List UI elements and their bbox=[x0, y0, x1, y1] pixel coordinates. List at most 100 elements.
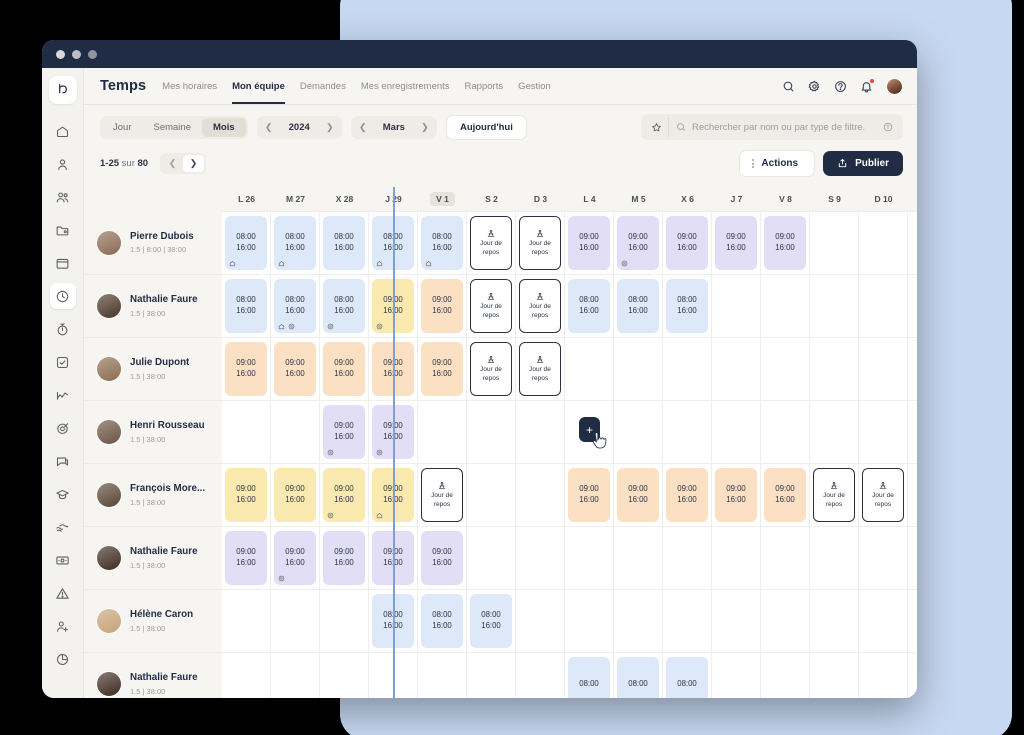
search-icon[interactable] bbox=[782, 80, 795, 93]
rest-day-block[interactable]: Jour derepos bbox=[519, 279, 561, 333]
avatar[interactable] bbox=[96, 671, 122, 697]
schedule-cell[interactable]: Jour derepos bbox=[516, 212, 565, 274]
shift-block[interactable]: 09:0016:00 bbox=[372, 531, 414, 585]
schedule-cell[interactable] bbox=[810, 527, 859, 589]
rest-day-block[interactable]: Jour derepos bbox=[470, 216, 512, 270]
schedule-cell[interactable]: Jour derepos bbox=[467, 212, 516, 274]
schedule-cell[interactable] bbox=[614, 338, 663, 400]
schedule-cell[interactable]: 09:0016:00 bbox=[418, 275, 467, 337]
schedule-cell[interactable]: 09:0016:00 bbox=[614, 212, 663, 274]
day-header-cell[interactable]: V 8 bbox=[761, 187, 810, 211]
favorite-star-icon[interactable] bbox=[644, 117, 668, 137]
sidebar-item-task[interactable] bbox=[50, 349, 76, 375]
rest-day-block[interactable]: Jour derepos bbox=[470, 279, 512, 333]
day-header-cell[interactable]: D 10 bbox=[859, 187, 908, 211]
help-icon[interactable] bbox=[834, 80, 847, 93]
schedule-cell[interactable]: 08:0016:00 bbox=[663, 275, 712, 337]
schedule-cell[interactable] bbox=[859, 212, 908, 274]
schedule-cell[interactable] bbox=[320, 590, 369, 652]
shift-block[interactable]: 09:0016:00 bbox=[323, 405, 365, 459]
schedule-cell[interactable]: 09:0016:00 bbox=[271, 464, 320, 526]
schedule-cell[interactable] bbox=[712, 527, 761, 589]
schedule-cell[interactable]: Jour derepos bbox=[467, 275, 516, 337]
year-next-button[interactable]: ❯ bbox=[322, 119, 338, 136]
schedule-cell[interactable] bbox=[810, 590, 859, 652]
shift-block[interactable]: 09:0016:00 bbox=[372, 342, 414, 396]
shift-block[interactable]: 08:0016:00 bbox=[470, 594, 512, 648]
app-logo[interactable] bbox=[49, 76, 77, 104]
schedule-cell[interactable]: 09:0016:00 bbox=[712, 212, 761, 274]
schedule-cell[interactable] bbox=[418, 653, 467, 698]
shift-block[interactable]: 09:0016:00 bbox=[666, 468, 708, 522]
sidebar-item-home[interactable] bbox=[50, 118, 76, 144]
schedule-cell[interactable]: 09:0016:00 bbox=[320, 338, 369, 400]
tab-gestion[interactable]: Gestion bbox=[518, 68, 551, 104]
schedule-cell[interactable] bbox=[859, 275, 908, 337]
sidebar-item-add-person[interactable] bbox=[50, 613, 76, 639]
shift-block[interactable]: 08:0016:00 bbox=[323, 279, 365, 333]
schedule-cell[interactable] bbox=[859, 527, 908, 589]
schedule-cell[interactable]: 09:0016:00 bbox=[565, 212, 614, 274]
schedule-cell[interactable]: 09:0016:00 bbox=[320, 464, 369, 526]
schedule-cell[interactable]: 08:0016:00 bbox=[418, 212, 467, 274]
schedule-cell[interactable]: 09:0016:00 bbox=[222, 464, 271, 526]
sidebar-item-target[interactable] bbox=[50, 415, 76, 441]
avatar[interactable] bbox=[96, 230, 122, 256]
schedule-cell[interactable] bbox=[418, 401, 467, 463]
schedule-cell[interactable]: 09:0016:00 bbox=[271, 527, 320, 589]
shift-block[interactable]: 08:0016:00 bbox=[323, 216, 365, 270]
shift-block[interactable]: 09:0016:00 bbox=[421, 531, 463, 585]
day-header-cell[interactable]: J 29 bbox=[369, 187, 418, 211]
shift-block[interactable]: 08:00 bbox=[617, 657, 659, 698]
view-mode-semaine[interactable]: Semaine bbox=[142, 118, 202, 137]
view-mode-mois[interactable]: Mois bbox=[202, 118, 246, 137]
schedule-cell[interactable]: 09:0016:00 bbox=[712, 464, 761, 526]
schedule-cell[interactable] bbox=[614, 401, 663, 463]
schedule-cell[interactable]: 09:0016:00 bbox=[369, 338, 418, 400]
schedule-cell[interactable] bbox=[271, 653, 320, 698]
shift-block[interactable]: 09:0016:00 bbox=[666, 216, 708, 270]
shift-block[interactable]: 08:0016:00 bbox=[225, 216, 267, 270]
schedule-cell[interactable] bbox=[761, 275, 810, 337]
schedule-cell[interactable]: 08:0016:00 bbox=[222, 212, 271, 274]
schedule-cell[interactable] bbox=[516, 653, 565, 698]
schedule-cell[interactable]: 09:0016:00 bbox=[565, 464, 614, 526]
schedule-cell[interactable] bbox=[467, 653, 516, 698]
shift-block[interactable]: 08:0016:00 bbox=[617, 279, 659, 333]
schedule-cell[interactable] bbox=[712, 653, 761, 698]
schedule-cell[interactable] bbox=[859, 653, 908, 698]
schedule-cell[interactable] bbox=[516, 590, 565, 652]
schedule-cell[interactable]: 08:0016:00 bbox=[565, 275, 614, 337]
shift-block[interactable]: 09:0016:00 bbox=[323, 342, 365, 396]
tab-rapports[interactable]: Rapports bbox=[465, 68, 504, 104]
schedule-cell[interactable]: 09:0016:00 bbox=[761, 212, 810, 274]
schedule-cell[interactable] bbox=[614, 527, 663, 589]
year-prev-button[interactable]: ❮ bbox=[261, 119, 277, 136]
schedule-cell[interactable] bbox=[810, 338, 859, 400]
schedule-cell[interactable]: 09:0016:00 bbox=[614, 464, 663, 526]
sidebar-item-alert[interactable] bbox=[50, 580, 76, 606]
schedule-cell[interactable] bbox=[222, 590, 271, 652]
day-header-cell[interactable]: L 4 bbox=[565, 187, 614, 211]
avatar[interactable] bbox=[886, 78, 903, 95]
shift-block[interactable]: 09:0016:00 bbox=[372, 405, 414, 459]
shift-block[interactable]: 08:0016:00 bbox=[274, 216, 316, 270]
schedule-cell[interactable] bbox=[712, 275, 761, 337]
day-header-cell[interactable]: X 28 bbox=[320, 187, 369, 211]
schedule-cell[interactable]: 08:0016:00 bbox=[614, 275, 663, 337]
avatar[interactable] bbox=[96, 482, 122, 508]
sidebar-item-clock[interactable] bbox=[50, 283, 76, 309]
shift-block[interactable]: 09:0016:00 bbox=[323, 531, 365, 585]
schedule-cell[interactable]: Jour derepos bbox=[418, 464, 467, 526]
schedule-cell[interactable]: 09:0016:00 bbox=[663, 212, 712, 274]
schedule-cell[interactable]: 09:0016:00 bbox=[418, 338, 467, 400]
rest-day-block[interactable]: Jour derepos bbox=[470, 342, 512, 396]
sidebar-item-people[interactable] bbox=[50, 184, 76, 210]
shift-block[interactable]: 08:0016:00 bbox=[372, 216, 414, 270]
shift-block[interactable]: 09:0016:00 bbox=[421, 279, 463, 333]
schedule-cell[interactable] bbox=[663, 338, 712, 400]
page-prev-button[interactable]: ❮ bbox=[162, 155, 183, 172]
sidebar-item-folder[interactable] bbox=[50, 217, 76, 243]
shift-block[interactable]: 09:0016:00 bbox=[274, 531, 316, 585]
schedule-cell[interactable]: 08:0016:00 bbox=[271, 212, 320, 274]
